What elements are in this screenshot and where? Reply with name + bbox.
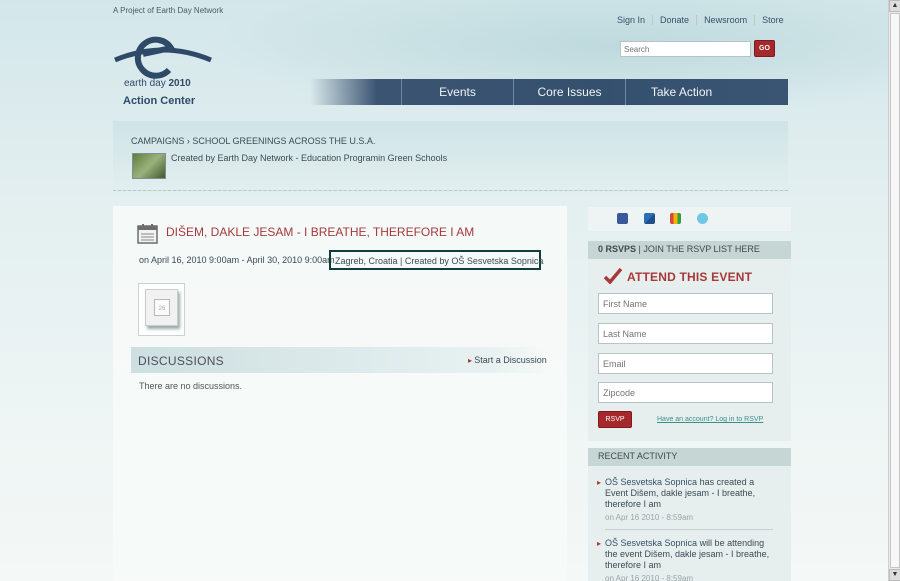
- scroll-down-arrow-icon[interactable]: ▼: [889, 569, 900, 581]
- calendar-icon: [137, 224, 158, 244]
- scroll-up-arrow-icon[interactable]: ▲: [889, 0, 900, 12]
- search-input[interactable]: [620, 41, 751, 57]
- facebook-icon[interactable]: [617, 213, 628, 224]
- rsvp-panel: ATTEND THIS EVENT RSVP Have an account? …: [588, 259, 791, 441]
- logo-e: [134, 36, 176, 79]
- event-image[interactable]: 26: [138, 283, 185, 336]
- activity-user-link[interactable]: OŠ Sesvetska Sopnica: [605, 538, 697, 548]
- recent-activity-header: RECENT ACTIVITY: [588, 448, 791, 466]
- scrollbar-thumb[interactable]: [890, 13, 900, 568]
- discussions-title: DISCUSSIONS: [138, 354, 224, 368]
- google-icon[interactable]: [670, 213, 681, 224]
- calendar-placeholder-day: 26: [158, 306, 166, 312]
- breadcrumb: CAMPAIGNS › SCHOOL GREENINGS ACROSS THE …: [131, 136, 375, 146]
- no-discussions-text: There are no discussions.: [139, 381, 243, 391]
- page-frame: A Project of Earth Day Network Sign In D…: [0, 0, 888, 581]
- nav-core-issues[interactable]: Core Issues: [513, 79, 625, 105]
- rsvp-join-text: | JOIN THE RSVP LIST HERE: [636, 244, 760, 254]
- logo-earthday-word: earth day: [124, 78, 166, 89]
- discussions-bar: DISCUSSIONS Start a Discussion: [131, 347, 549, 373]
- activity-time: on Apr 16 2010 - 8:59am: [605, 513, 694, 522]
- nav-take-action[interactable]: Take Action: [625, 79, 737, 105]
- logo-text-earthday: earth day 2010: [124, 78, 191, 89]
- breadcrumb-campaigns[interactable]: CAMPAIGNS: [131, 136, 184, 146]
- logo-year: 2010: [168, 78, 191, 89]
- first-name-field[interactable]: [598, 293, 773, 314]
- activity-user-link[interactable]: OŠ Sesvetska Sopnica: [605, 477, 697, 487]
- campaign-bar: CAMPAIGNS › SCHOOL GREENINGS ACROSS THE …: [113, 121, 788, 191]
- activity-divider: [605, 529, 773, 530]
- rsvp-button[interactable]: RSVP: [598, 411, 632, 428]
- activity-item: OŠ Sesvetska Sopnica will be attending t…: [597, 538, 777, 581]
- campaign-created-by: Created by Earth Day Network - Education…: [171, 153, 448, 163]
- vertical-scrollbar[interactable]: ▲ ▼: [888, 0, 900, 581]
- nav-events[interactable]: Events: [401, 79, 513, 105]
- event-location-creator: Zagreb, Croatia | Created by OŠ Sesvetsk…: [329, 250, 543, 270]
- event-main-panel: DIŠEM, DAKLE JESAM - I BREATHE, THEREFOR…: [113, 206, 567, 581]
- logo-text-action-center: Action Center: [123, 95, 196, 107]
- top-links: Sign In Donate Newsroom Store: [610, 15, 791, 25]
- attend-event-title: ATTEND THIS EVENT: [627, 270, 753, 284]
- breadcrumb-separator: ›: [186, 136, 190, 146]
- network-tagline: A Project of Earth Day Network: [113, 6, 224, 15]
- newsroom-link[interactable]: Newsroom: [696, 15, 754, 25]
- sign-in-link[interactable]: Sign In: [610, 15, 652, 25]
- event-image-placeholder: 26: [145, 289, 178, 326]
- checkmark-icon: [604, 268, 622, 284]
- event-date: on April 16, 2010 9:00am - April 30, 201…: [139, 255, 335, 265]
- recent-activity-panel: OŠ Sesvetska Sopnica has created a Event…: [588, 466, 791, 581]
- search-go-button[interactable]: GO: [754, 40, 775, 57]
- windows-icon[interactable]: [644, 213, 655, 224]
- twitter-icon[interactable]: [697, 213, 708, 224]
- activity-item: OŠ Sesvetska Sopnica has created a Event…: [597, 477, 777, 523]
- store-link[interactable]: Store: [754, 15, 791, 25]
- rsvp-count: 0 RSVPS: [598, 244, 637, 254]
- login-to-rsvp-link[interactable]: Have an account? Log in to RSVP: [657, 416, 763, 423]
- calendar-placeholder-icon: 26: [154, 299, 170, 316]
- event-title: DIŠEM, DAKLE JESAM - I BREATHE, THEREFOR…: [166, 225, 475, 239]
- last-name-field[interactable]: [598, 323, 773, 344]
- campaign-thumbnail[interactable]: [132, 153, 166, 179]
- zipcode-field[interactable]: [598, 382, 773, 403]
- main-nav: Events Core Issues Take Action: [310, 79, 788, 105]
- email-field[interactable]: [598, 353, 773, 374]
- activity-time: on Apr 16 2010 - 8:59am: [605, 574, 694, 581]
- rsvp-header: 0 RSVPS | JOIN THE RSVP LIST HERE: [588, 241, 791, 259]
- start-discussion-link[interactable]: Start a Discussion: [468, 355, 547, 365]
- social-share-bar: [588, 207, 791, 231]
- breadcrumb-current[interactable]: SCHOOL GREENINGS ACROSS THE U.S.A.: [192, 136, 375, 146]
- donate-link[interactable]: Donate: [652, 15, 696, 25]
